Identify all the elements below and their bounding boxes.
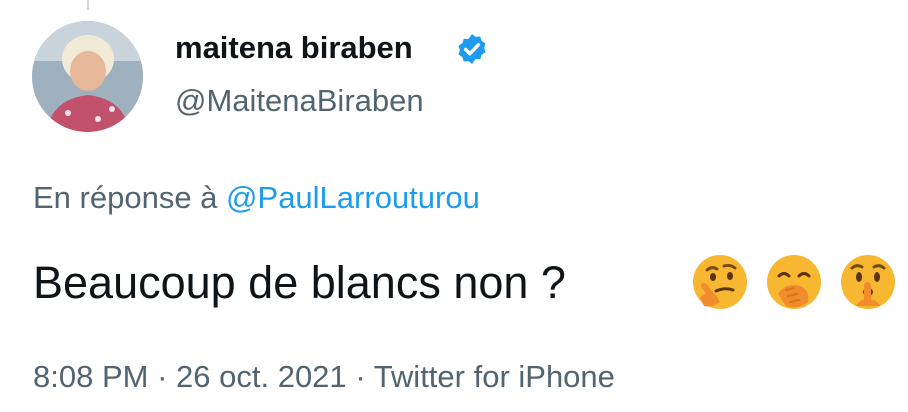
- shushing-face-icon: [841, 255, 895, 309]
- reply-context: En réponse à @PaulLarrouturou: [33, 178, 480, 218]
- reply-prefix: En réponse à: [33, 180, 218, 215]
- reply-mention-link[interactable]: @PaulLarrouturou: [226, 180, 480, 215]
- tweet-date[interactable]: 26 oct. 2021: [176, 359, 347, 394]
- avatar[interactable]: [32, 21, 143, 132]
- meta-separator: ·: [355, 359, 366, 394]
- author-display-name[interactable]: maitena biraben: [175, 28, 413, 68]
- thinking-face-icon: [693, 255, 747, 309]
- tweet-text: Beaucoup de blancs non ?: [33, 257, 566, 308]
- author-handle[interactable]: @MaitenaBiraben: [175, 81, 424, 121]
- tweet-time[interactable]: 8:08 PM: [33, 359, 148, 394]
- face-with-hand-over-mouth-icon: [767, 255, 821, 309]
- avatar-photo-icon: [32, 21, 143, 132]
- meta-separator: ·: [157, 359, 168, 394]
- thread-connector-line: [87, 0, 89, 10]
- tweet-source[interactable]: Twitter for iPhone: [374, 359, 615, 394]
- verified-badge-icon: [458, 34, 486, 64]
- tweet-metadata: 8:08 PM · 26 oct. 2021 · Twitter for iPh…: [33, 357, 615, 397]
